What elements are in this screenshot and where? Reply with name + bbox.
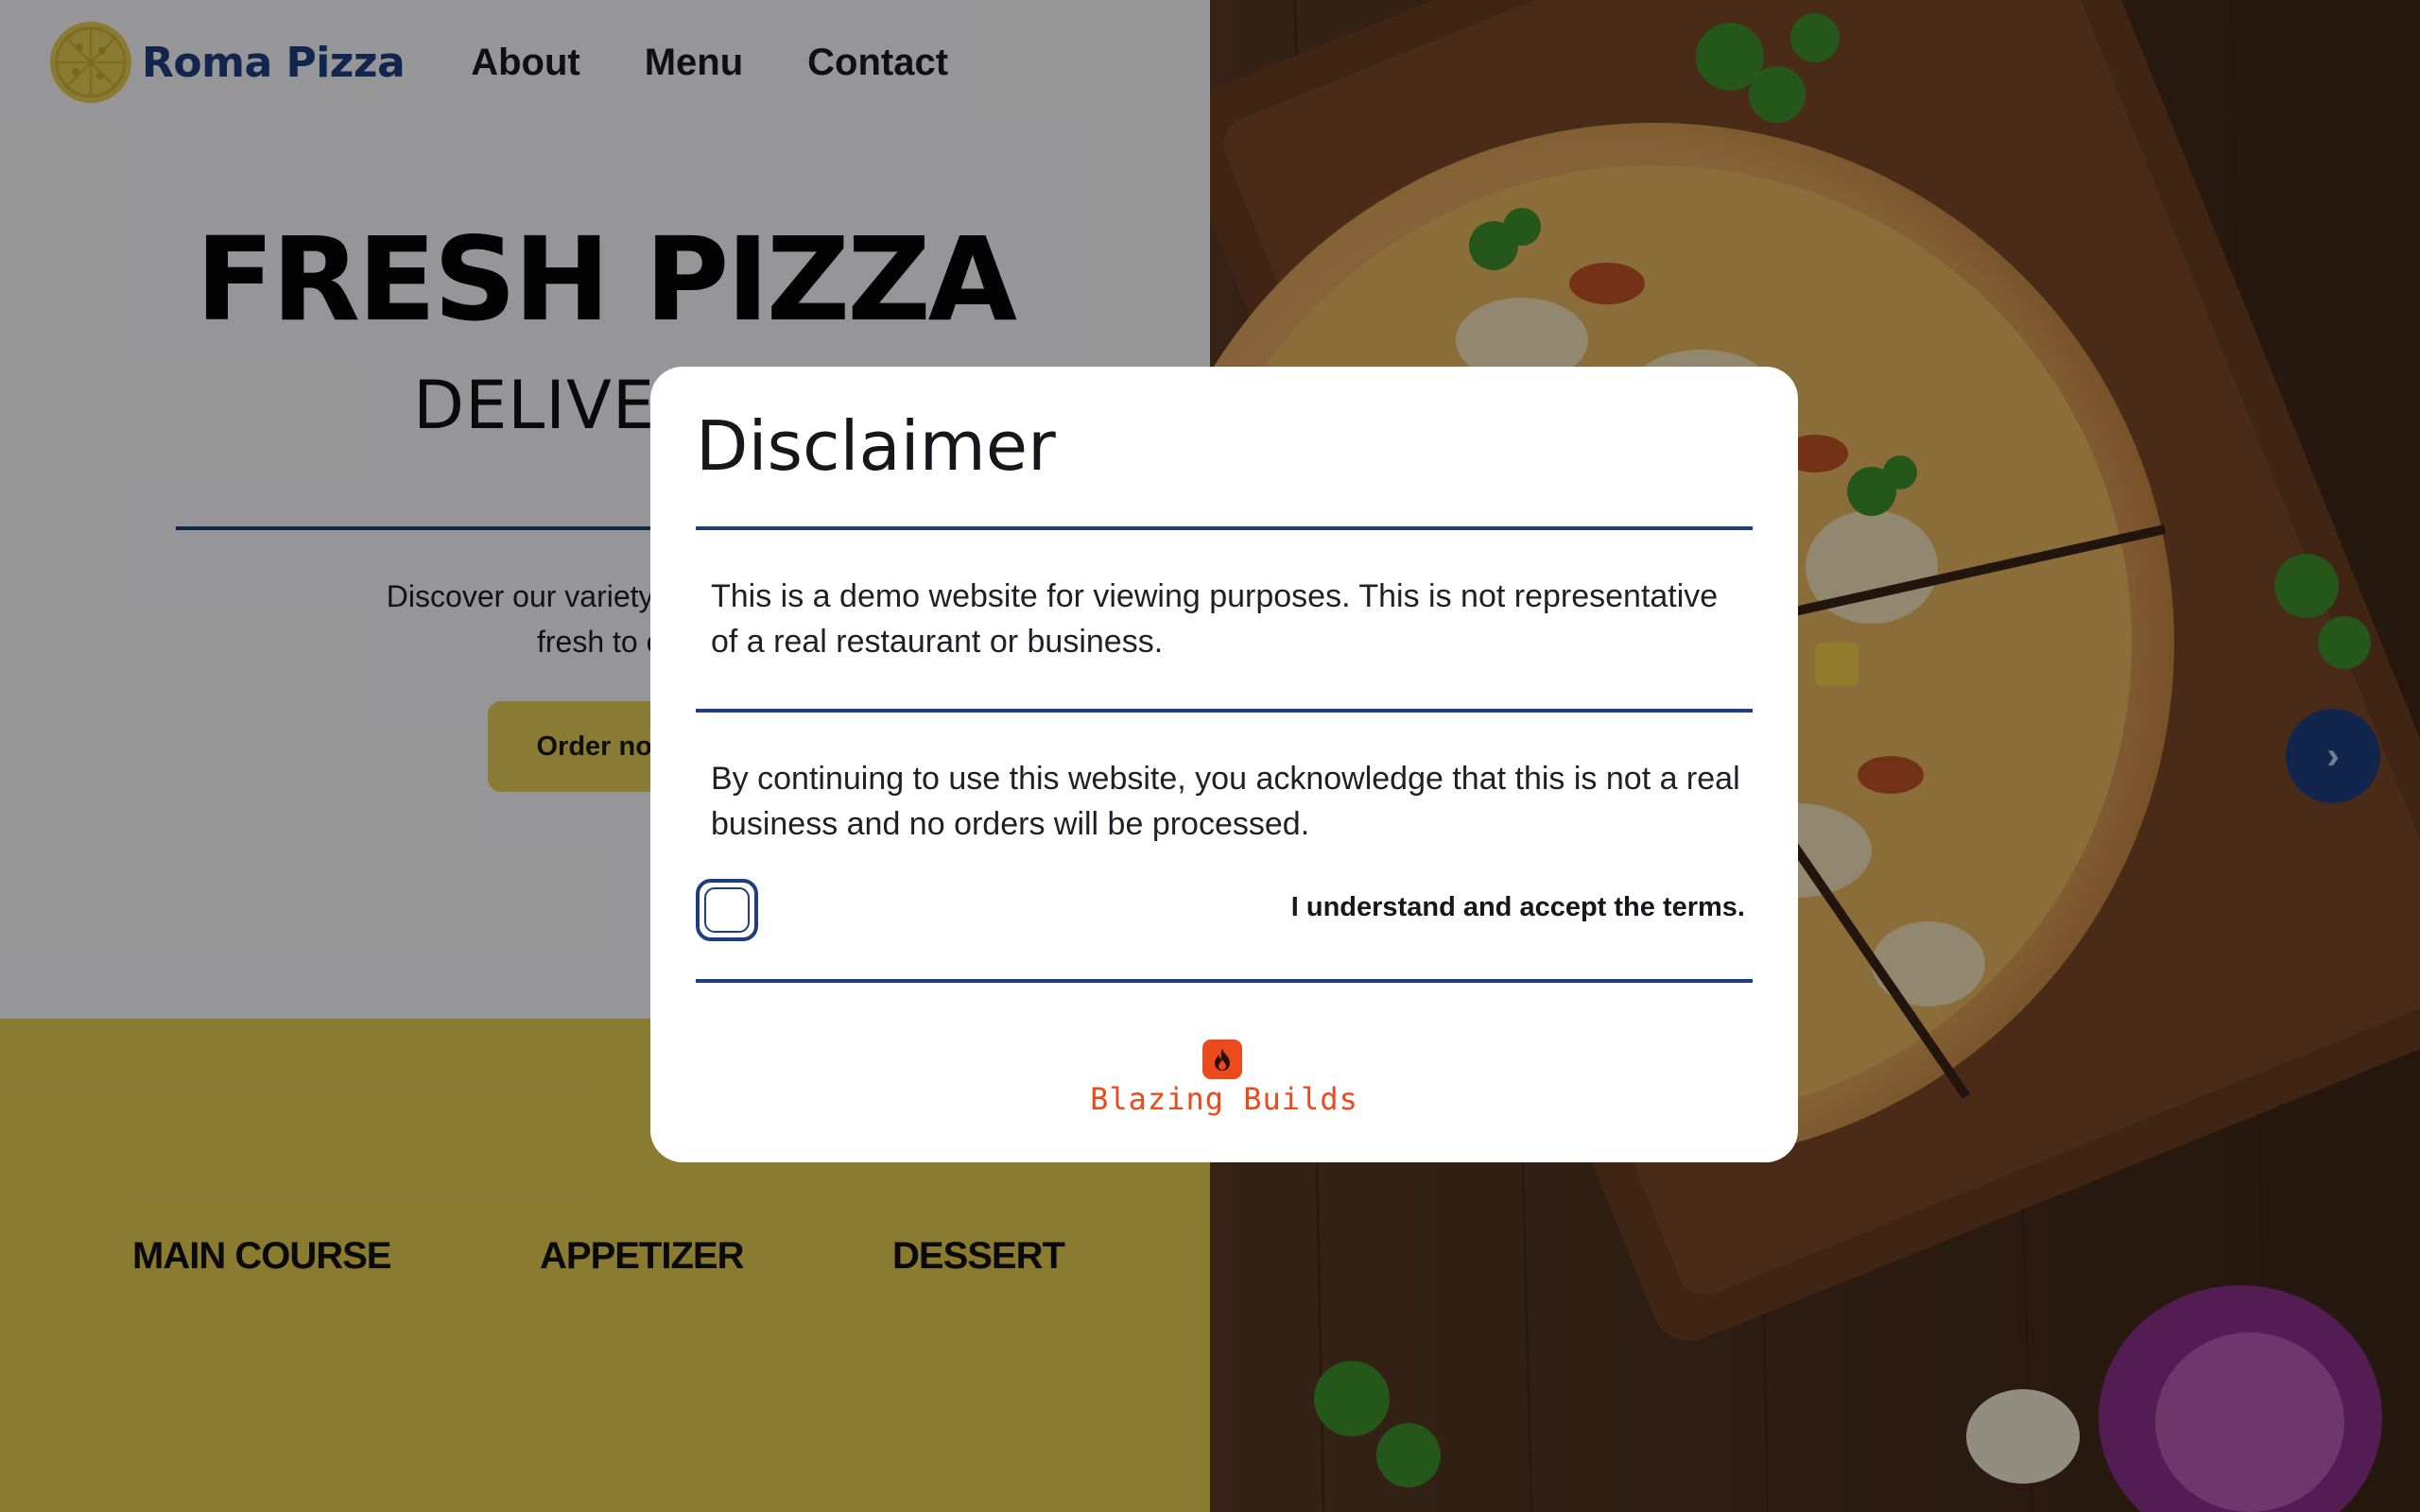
flame-icon: [1202, 1040, 1242, 1079]
modal-divider: [696, 709, 1753, 713]
disclaimer-paragraph-2: By continuing to use this website, you a…: [711, 761, 1740, 842]
modal-title: Disclaimer: [696, 406, 1056, 486]
modal-divider: [696, 979, 1753, 983]
disclaimer-modal: Disclaimer This is a demo website for vi…: [650, 367, 1798, 1162]
accept-terms-label[interactable]: I understand and accept the terms.: [1291, 892, 1745, 923]
disclaimer-paragraph-1: This is a demo website for viewing purpo…: [711, 578, 1719, 660]
accept-terms-checkbox[interactable]: [696, 879, 758, 941]
blazing-builds-brand[interactable]: Blazing Builds: [650, 1081, 1798, 1117]
modal-divider: [696, 526, 1753, 530]
